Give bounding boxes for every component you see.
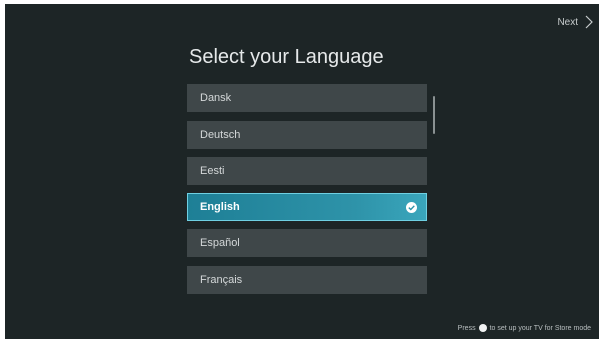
setup-screen: Next Select your Language Dansk Deutsch …: [5, 4, 599, 339]
language-label: Eesti: [200, 165, 225, 177]
page-title: Select your Language: [189, 46, 384, 68]
remote-button-icon: [478, 324, 487, 332]
next-button[interactable]: Next: [557, 15, 593, 29]
language-item-deutsch[interactable]: Deutsch: [187, 121, 427, 149]
store-mode-hint: Press to set up your TV for Store mode: [458, 324, 591, 332]
language-item-dansk[interactable]: Dansk: [187, 84, 427, 112]
language-item-espanol[interactable]: Español: [187, 229, 427, 257]
language-item-francais[interactable]: Français: [187, 266, 427, 294]
language-label: English: [200, 201, 240, 213]
chevron-right-icon: [585, 15, 593, 29]
language-list: Dansk Deutsch Eesti English Español Fran…: [187, 84, 427, 297]
list-scrollbar[interactable]: [433, 96, 435, 134]
language-item-english[interactable]: English: [187, 193, 427, 221]
language-label: Dansk: [200, 92, 232, 104]
language-item-eesti[interactable]: Eesti: [187, 157, 427, 185]
footer-text: to set up your TV for Store mode: [489, 324, 591, 332]
next-label: Next: [557, 16, 578, 28]
footer-press: Press: [457, 324, 476, 332]
language-label: Deutsch: [200, 129, 241, 141]
language-label: Français: [200, 274, 243, 286]
language-label: Español: [200, 237, 240, 249]
check-circle-icon: [406, 201, 417, 213]
